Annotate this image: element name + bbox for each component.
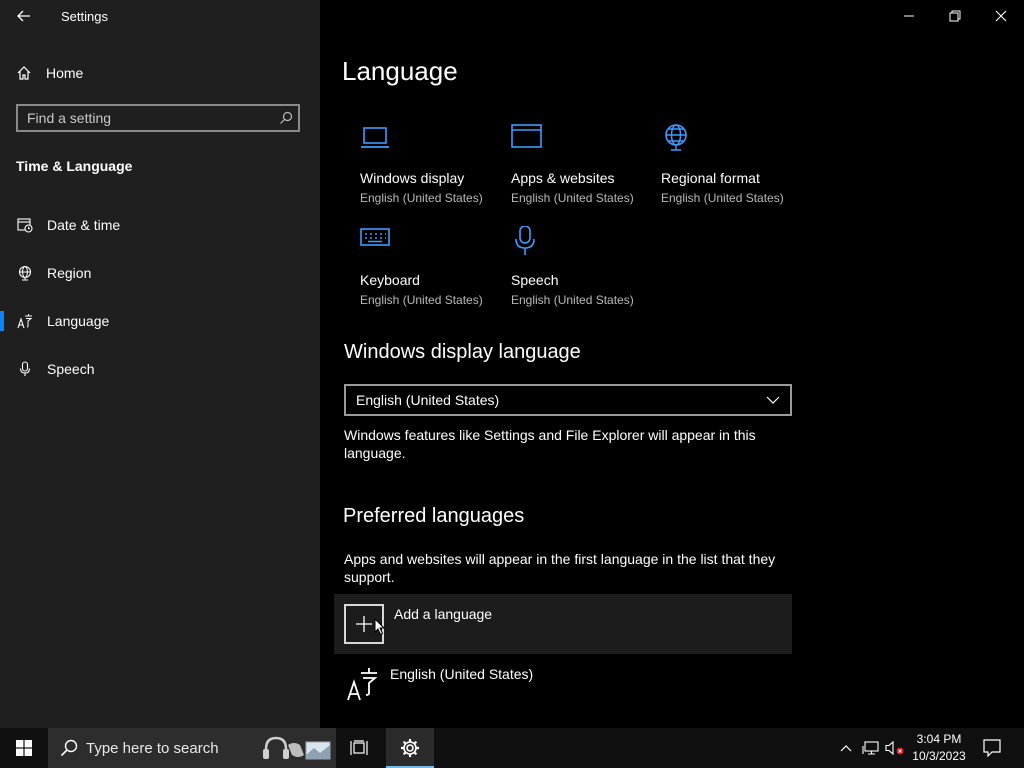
sidebar-item-language[interactable]: Language: [0, 301, 320, 341]
back-arrow-icon: [17, 10, 30, 22]
keyboard-icon: [360, 228, 390, 246]
clock-date: 10/3/2023: [912, 749, 966, 763]
windows-logo-icon: [16, 740, 32, 756]
home-label: Home: [46, 65, 84, 81]
display-language-description: Windows features like Settings and File …: [344, 427, 756, 461]
clock[interactable]: 3:04 PM 10/3/2023: [904, 731, 974, 765]
tile-name: Apps & websites: [511, 170, 615, 186]
language-name: English (United States): [390, 666, 534, 682]
close-button[interactable]: [978, 0, 1024, 32]
find-setting-box: [16, 104, 300, 132]
microphone-icon: [515, 226, 535, 255]
language-icon: [17, 313, 33, 329]
tile-name: Windows display: [360, 170, 465, 186]
taskbar: Type here to search 3:04 PM 10/3/2023: [0, 728, 1024, 768]
display-language-dropdown[interactable]: English (United States): [344, 384, 792, 416]
minimize-button[interactable]: [886, 0, 932, 32]
browser-window-icon: [511, 124, 542, 148]
globe-icon: [17, 265, 33, 281]
back-button[interactable]: [10, 5, 38, 27]
minimize-icon: [904, 15, 914, 17]
add-language-label: Add a language: [394, 606, 493, 622]
add-language-button[interactable]: Add a language: [334, 594, 792, 654]
notification-icon: [983, 739, 1001, 757]
sidebar-item-label: Language: [47, 313, 110, 329]
network-icon: [862, 741, 879, 755]
tile-name: Speech: [511, 272, 559, 288]
tile-regional-format[interactable]: Regional format English (United States): [661, 124, 801, 214]
sidebar-item-region[interactable]: Region: [0, 253, 320, 293]
search-highlight-icon: [263, 736, 331, 760]
find-setting-input[interactable]: [18, 109, 274, 127]
start-button[interactable]: [0, 728, 48, 768]
display-language-heading: Windows display language: [344, 341, 581, 363]
sidebar-item-label: Date & time: [47, 217, 121, 233]
language-icon: [347, 668, 378, 701]
sidebar: Settings Home Time & Language Date & tim…: [0, 0, 320, 728]
home-nav[interactable]: Home: [16, 63, 83, 83]
chevron-down-icon: [766, 396, 780, 404]
sidebar-item-label: Speech: [47, 361, 95, 377]
app-title: Settings: [61, 9, 108, 24]
clock-time: 3:04 PM: [916, 732, 962, 746]
restore-button[interactable]: [932, 0, 978, 32]
tile-value: English (United States): [360, 191, 483, 205]
tile-speech[interactable]: Speech English (United States): [511, 226, 651, 316]
show-hidden-icons-button[interactable]: [836, 728, 856, 768]
selected-indicator: [0, 311, 4, 331]
calendar-clock-icon: [17, 217, 33, 233]
volume-muted-icon: [885, 740, 904, 756]
dropdown-value: English (United States): [356, 392, 500, 408]
tile-name: Keyboard: [360, 272, 420, 288]
task-view-button[interactable]: [346, 728, 374, 768]
network-button[interactable]: [860, 728, 882, 768]
tile-windows-display[interactable]: Windows display English (United States): [360, 124, 500, 214]
tile-value: English (United States): [511, 191, 634, 205]
search-icon[interactable]: [274, 111, 298, 125]
taskbar-search-box[interactable]: Type here to search: [48, 728, 336, 768]
sidebar-item-speech[interactable]: Speech: [0, 349, 320, 389]
preferred-languages-heading: Preferred languages: [343, 505, 525, 527]
tile-value: English (United States): [661, 191, 784, 205]
gear-icon: [401, 739, 419, 757]
globe-icon: [665, 124, 687, 151]
mouse-cursor-icon: [374, 618, 386, 636]
tile-apps-websites[interactable]: Apps & websites English (United States): [511, 124, 651, 214]
taskbar-search-placeholder: Type here to search: [86, 739, 219, 757]
page-title: Language: [342, 56, 458, 86]
tile-value: English (United States): [360, 293, 483, 307]
action-center-button[interactable]: [980, 728, 1004, 768]
taskbar-settings-app[interactable]: [386, 728, 434, 768]
tile-name: Regional format: [661, 170, 760, 186]
search-icon: [60, 739, 78, 757]
home-icon: [17, 66, 31, 80]
sidebar-item-date-time[interactable]: Date & time: [0, 205, 320, 245]
laptop-icon: [361, 127, 389, 148]
sidebar-item-label: Region: [47, 265, 92, 281]
tile-keyboard[interactable]: Keyboard English (United States): [360, 226, 500, 316]
close-icon: [995, 10, 1007, 22]
preferred-languages-description: Apps and websites will appear in the fir…: [344, 551, 776, 585]
microphone-icon: [17, 361, 33, 377]
volume-button[interactable]: [884, 728, 906, 768]
language-list-item[interactable]: English (United States): [334, 658, 792, 708]
task-view-icon: [350, 740, 368, 755]
section-title: Time & Language: [16, 158, 133, 174]
chevron-up-icon: [840, 745, 852, 752]
restore-icon: [949, 10, 961, 22]
tile-value: English (United States): [511, 293, 634, 307]
